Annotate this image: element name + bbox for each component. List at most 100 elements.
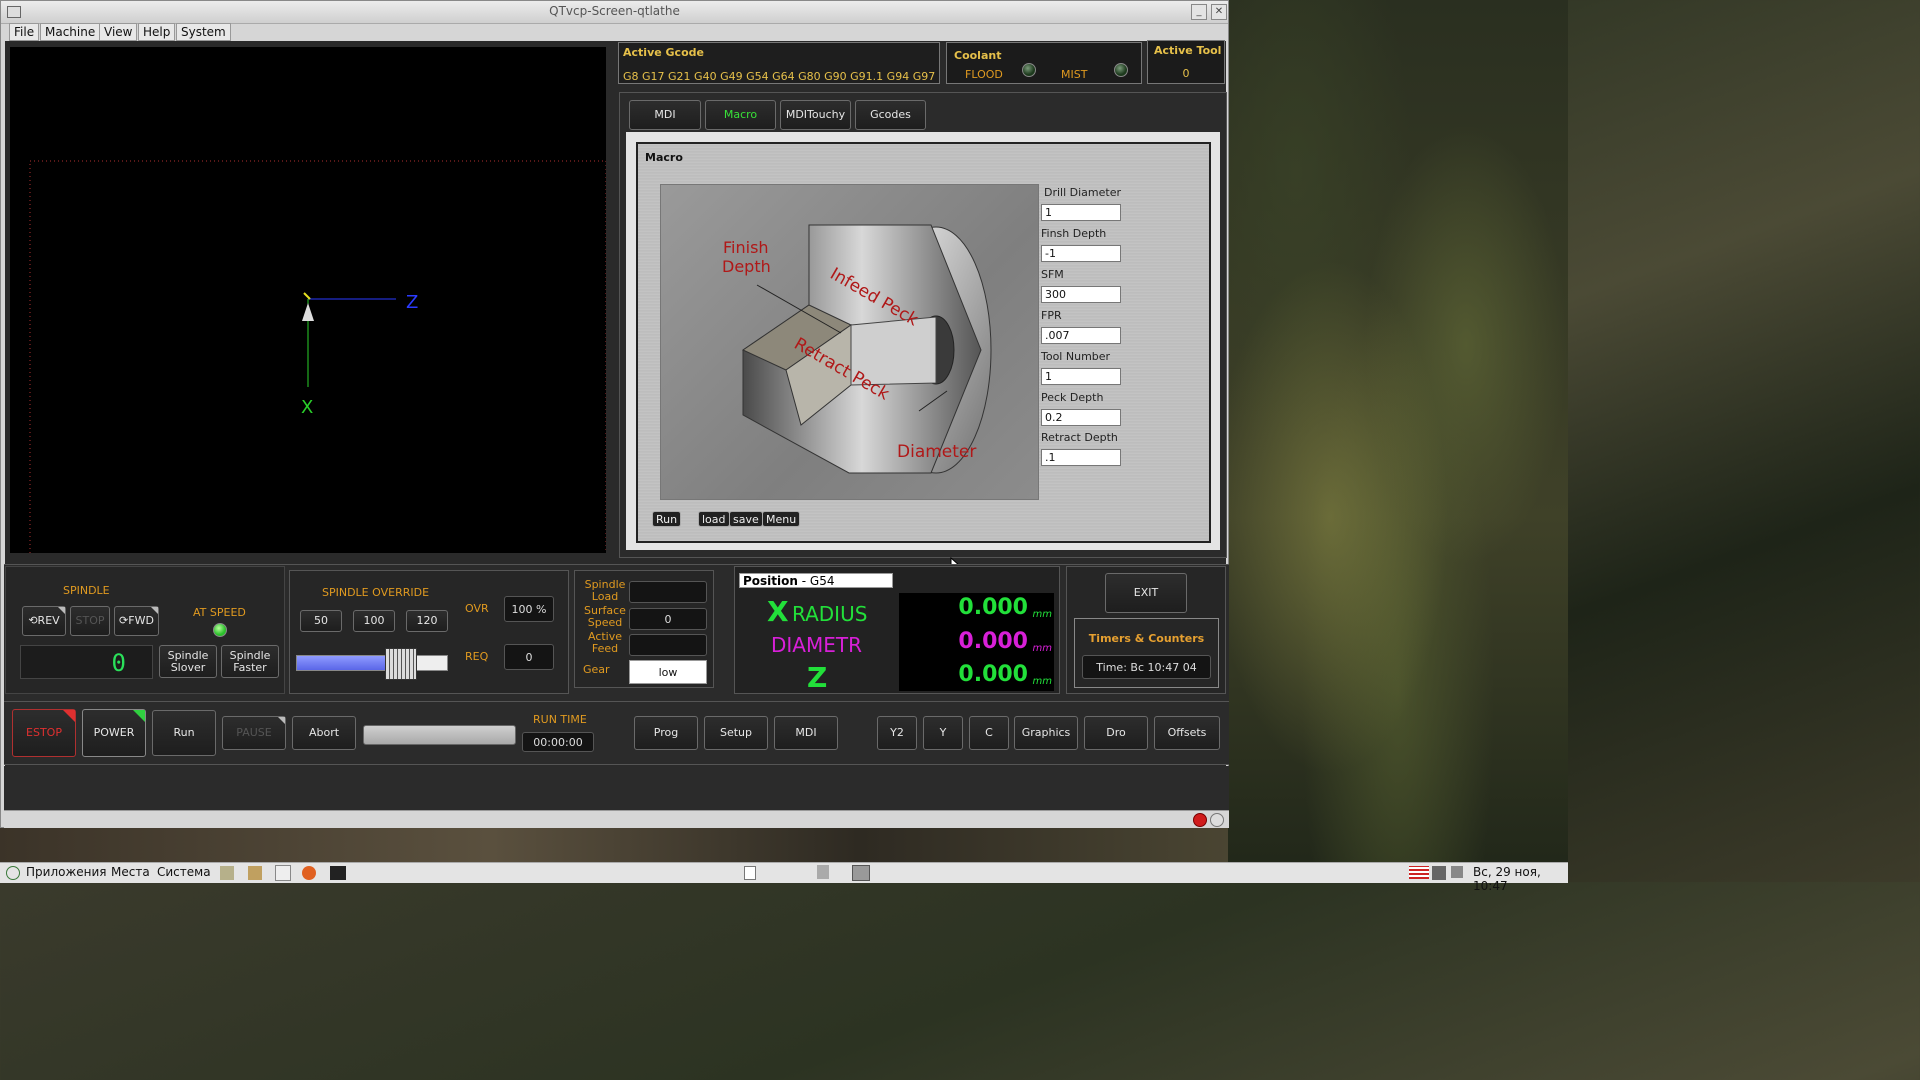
drill-diameter-input[interactable]: [1041, 204, 1121, 221]
run-time-value: 00:00:00: [522, 732, 594, 752]
coolant-box: Coolant FLOOD MIST: [946, 42, 1142, 84]
slider-handle[interactable]: [384, 648, 417, 680]
keyboard-layout-flag-icon[interactable]: [1409, 866, 1429, 879]
tool-number-input[interactable]: [1041, 368, 1121, 385]
tab-macro[interactable]: Macro: [705, 100, 776, 130]
spindle-override-title: SPINDLE OVERRIDE: [322, 586, 430, 599]
minimize-button[interactable]: _: [1191, 4, 1207, 20]
exit-button[interactable]: EXIT: [1105, 573, 1187, 613]
no-entry-icon: [1193, 813, 1207, 827]
spindle-stop-button[interactable]: STOP: [70, 606, 110, 636]
prog-button[interactable]: Prog: [634, 716, 698, 750]
position-title: Position: [743, 574, 798, 588]
volume-icon[interactable]: [1451, 866, 1463, 878]
sfm-input[interactable]: [1041, 286, 1121, 303]
close-button[interactable]: ✕: [1211, 4, 1227, 20]
position-panel: Position - G54 X RADIUS DIAMETR Z 0.000 …: [734, 566, 1060, 694]
diameter-position-value: 0.000: [958, 629, 1028, 654]
estop-button[interactable]: ESTOP: [12, 709, 76, 757]
mist-label: MIST: [1061, 68, 1088, 81]
show-desktop-icon[interactable]: [744, 866, 756, 880]
surface-speed-label: Surface Speed: [584, 604, 626, 629]
macro-load-button[interactable]: load: [698, 511, 730, 527]
graphics-button[interactable]: Graphics: [1014, 716, 1078, 750]
macro-save-button[interactable]: save: [729, 511, 763, 527]
desktop-background-strip: [0, 828, 1228, 862]
trash-icon[interactable]: [817, 865, 829, 879]
text-editor-icon[interactable]: [275, 865, 291, 881]
position-coord-system: - G54: [797, 574, 835, 588]
system-menu[interactable]: Система: [157, 865, 211, 879]
fpr-label: FPR: [1041, 309, 1062, 322]
spindle-faster-button[interactable]: Spindle Faster: [221, 645, 279, 678]
menu-bar: File Machine View Help System: [1, 23, 1228, 43]
terminal-icon[interactable]: [330, 866, 346, 880]
z-position-value: 0.000: [958, 662, 1028, 687]
flood-indicator: [1022, 63, 1036, 77]
firefox-icon[interactable]: [302, 866, 316, 880]
tab-mdi[interactable]: MDI: [629, 100, 701, 130]
window-title: QTvcp-Screen-qtlathe: [549, 4, 680, 18]
finish-depth-field-label: Finsh Depth: [1041, 227, 1107, 240]
title-bar: QTvcp-Screen-qtlathe _ ✕: [1, 1, 1228, 24]
menu-help[interactable]: Help: [138, 23, 176, 41]
dro-button[interactable]: Dro: [1084, 716, 1148, 750]
spindle-override-slider-fill: [297, 656, 387, 670]
gear-value: low: [629, 660, 707, 684]
power-button[interactable]: POWER: [82, 709, 146, 757]
spindle-fwd-button[interactable]: ⟳ FWD: [114, 606, 159, 636]
offsets-button[interactable]: Offsets: [1154, 716, 1220, 750]
spindle-override-slider[interactable]: [296, 648, 448, 680]
macro-diagram: Finish Depth Infeed Peck Retract Peck Di…: [660, 184, 1039, 500]
spindle-stats-panel: Spindle Load Surface Speed 0 Active Feed…: [574, 570, 714, 688]
macro-title: Macro: [645, 151, 683, 164]
timer-time-value: Time: Вс 10:47 04: [1082, 655, 1211, 679]
menu-view[interactable]: View: [99, 23, 138, 41]
y-button[interactable]: Y: [923, 716, 963, 750]
mist-indicator: [1114, 63, 1128, 77]
run-time-label: RUN TIME: [533, 713, 587, 726]
peck-depth-input[interactable]: [1041, 409, 1121, 426]
hammer-icon[interactable]: [220, 866, 234, 880]
menu-machine[interactable]: Machine: [40, 23, 101, 41]
network-icon[interactable]: [1432, 866, 1446, 880]
c-button[interactable]: C: [969, 716, 1009, 750]
tool-cone-icon: [302, 303, 314, 321]
fpr-input[interactable]: [1041, 327, 1121, 344]
y2-button[interactable]: Y2: [877, 716, 917, 750]
finish-depth-input[interactable]: [1041, 245, 1121, 262]
macro-run-button[interactable]: Run: [652, 511, 682, 527]
pause-button[interactable]: PAUSE: [222, 716, 286, 750]
mdi-button[interactable]: MDI: [774, 716, 838, 750]
tab-gcodes[interactable]: Gcodes: [855, 100, 926, 130]
menu-file[interactable]: File: [9, 23, 40, 41]
mate-logo-icon[interactable]: [6, 866, 20, 880]
active-gcode-codes: G8 G17 G21 G40 G49 G54 G64 G80 G90 G91.1…: [623, 70, 939, 83]
ovr-value: 100 %: [504, 596, 554, 622]
graphics-preview[interactable]: Z X: [10, 47, 607, 562]
desktop-background: [1228, 0, 1568, 862]
tool-number-label: Tool Number: [1041, 350, 1111, 363]
abort-button[interactable]: Abort: [292, 716, 356, 750]
finish-depth-label-2: Depth: [722, 257, 771, 276]
override-100-button[interactable]: 100: [353, 610, 395, 632]
places-menu[interactable]: Места: [111, 865, 150, 879]
spindle-rev-button[interactable]: ⟲ REV: [22, 606, 66, 636]
tab-mditouchy[interactable]: MDITouchy: [780, 100, 851, 130]
linuxcnc-icon[interactable]: [248, 866, 262, 880]
override-50-button[interactable]: 50: [300, 610, 342, 632]
spindle-slower-button[interactable]: Spindle Slover: [159, 645, 217, 678]
retract-depth-input[interactable]: [1041, 449, 1121, 466]
menu-system[interactable]: System: [176, 23, 231, 41]
run-button[interactable]: Run: [152, 710, 216, 756]
dro-display: 0.000 mm 0.000 mm 0.000 mm: [899, 593, 1054, 691]
applications-menu[interactable]: Приложения: [26, 865, 107, 879]
diameter-label: Diameter: [897, 442, 976, 462]
taskbar-clock[interactable]: Вс, 29 ноя, 10:47: [1473, 865, 1568, 893]
workspace-switcher-icon[interactable]: [852, 865, 870, 881]
req-label: REQ: [465, 650, 489, 663]
setup-button[interactable]: Setup: [704, 716, 768, 750]
override-120-button[interactable]: 120: [406, 610, 448, 632]
peck-depth-label: Peck Depth: [1041, 391, 1104, 404]
macro-menu-button[interactable]: Menu: [762, 511, 801, 527]
